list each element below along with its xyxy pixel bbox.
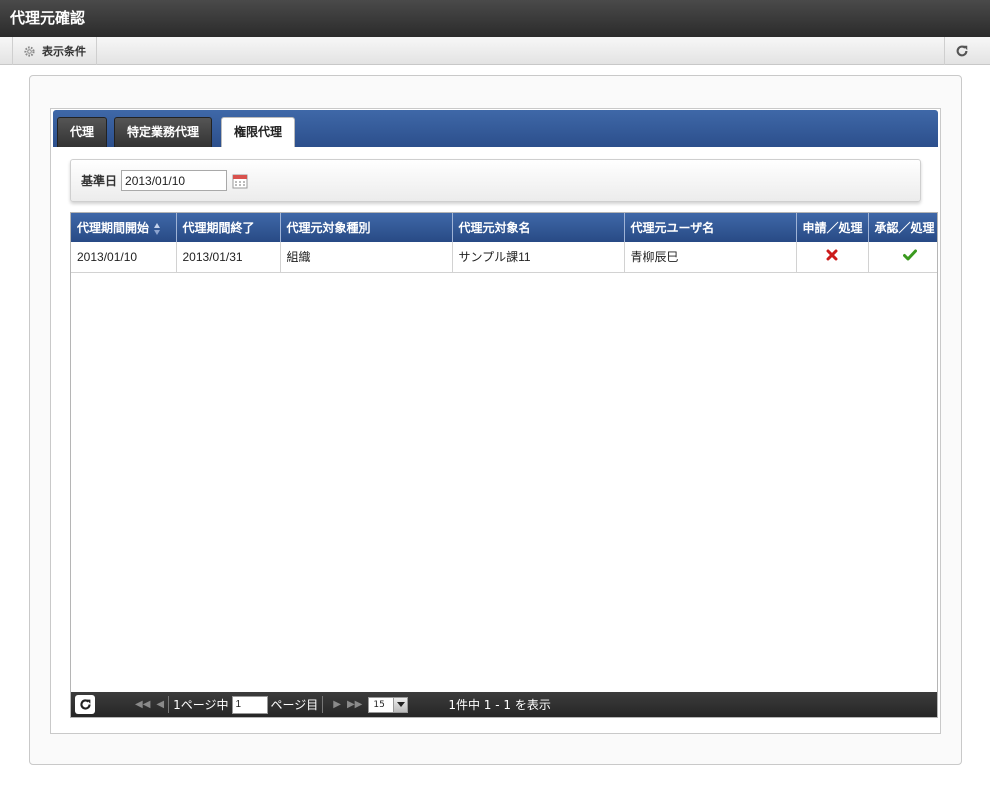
next-page-icon[interactable]: ▶ bbox=[333, 699, 341, 710]
data-grid: 代理期間開始 代理期間終了 代理元対象種別 代理元対象名 代理元ユーザ名 申請／… bbox=[70, 212, 938, 718]
refresh-icon bbox=[79, 699, 91, 710]
check-icon bbox=[902, 249, 917, 261]
pager-separator bbox=[168, 696, 170, 713]
page-prefix: 1ページ中 bbox=[173, 698, 229, 712]
window-title: 代理元確認 bbox=[0, 0, 990, 37]
display-conditions-label: 表示条件 bbox=[42, 45, 86, 58]
column-header-end[interactable]: 代理期間終了 bbox=[176, 213, 281, 242]
first-page-icon[interactable]: ◀◀ bbox=[135, 699, 150, 710]
sort-icon[interactable] bbox=[153, 222, 161, 236]
page-suffix: ページ目 bbox=[270, 698, 319, 712]
cross-icon bbox=[826, 249, 838, 261]
column-header-label: 代理期間開始 bbox=[77, 221, 150, 235]
column-header-target-type[interactable]: 代理元対象種別 bbox=[280, 213, 453, 242]
cell-target-type: 組織 bbox=[280, 242, 453, 273]
filter-box: 基準日 bbox=[70, 159, 921, 202]
page-size-value: 15 bbox=[373, 699, 385, 710]
cell-start: 2013/01/10 bbox=[71, 242, 177, 273]
last-page-icon[interactable]: ▶▶ bbox=[347, 699, 362, 710]
pager-refresh-button[interactable] bbox=[75, 695, 95, 714]
toolbar: 表示条件 bbox=[0, 37, 990, 65]
prev-page-icon[interactable]: ◀ bbox=[156, 699, 164, 710]
tab-specific-business-proxy[interactable]: 特定業務代理 bbox=[114, 117, 213, 147]
cell-user-name: 青柳辰巳 bbox=[624, 242, 797, 273]
page-size-select[interactable]: 15 bbox=[368, 696, 409, 713]
column-header-start[interactable]: 代理期間開始 bbox=[71, 213, 177, 242]
column-header-user-name[interactable]: 代理元ユーザ名 bbox=[624, 213, 797, 242]
calendar-icon[interactable] bbox=[232, 173, 248, 189]
cell-target-name: サンプル課11 bbox=[452, 242, 625, 273]
refresh-icon bbox=[956, 45, 967, 57]
pager: ◀◀ ◀ 1ページ中 ページ目 ▶ ▶▶ 15 1件中 1 - 1 を表示 bbox=[71, 692, 937, 717]
proxy-table: 代理期間開始 代理期間終了 代理元対象種別 代理元対象名 代理元ユーザ名 申請／… bbox=[71, 213, 937, 273]
chevron-down-icon bbox=[393, 697, 408, 712]
table-header-row: 代理期間開始 代理期間終了 代理元対象種別 代理元対象名 代理元ユーザ名 申請／… bbox=[71, 213, 937, 242]
pager-separator bbox=[322, 696, 324, 713]
column-header-target-name[interactable]: 代理元対象名 bbox=[452, 213, 625, 242]
base-date-label: 基準日 bbox=[81, 174, 118, 188]
tab-proxy[interactable]: 代理 bbox=[57, 117, 108, 147]
column-header-apply[interactable]: 申請／処理 bbox=[796, 213, 869, 242]
cell-end: 2013/01/31 bbox=[176, 242, 281, 273]
page-number-input[interactable] bbox=[231, 695, 268, 714]
cell-approve bbox=[868, 242, 937, 273]
display-conditions-button[interactable]: 表示条件 bbox=[12, 37, 97, 65]
pager-summary: 1件中 1 - 1 を表示 bbox=[448, 698, 551, 712]
base-date-input[interactable] bbox=[121, 170, 228, 191]
refresh-button[interactable] bbox=[944, 37, 978, 65]
cell-apply bbox=[796, 242, 869, 273]
tab-bar: 代理 特定業務代理 権限代理 bbox=[53, 110, 938, 147]
table-row[interactable]: 2013/01/10 2013/01/31 組織 サンプル課11 青柳辰巳 bbox=[71, 242, 937, 273]
gear-icon bbox=[24, 45, 35, 57]
tab-authority-proxy[interactable]: 権限代理 bbox=[221, 117, 296, 147]
column-header-approve[interactable]: 承認／処理 bbox=[868, 213, 937, 242]
